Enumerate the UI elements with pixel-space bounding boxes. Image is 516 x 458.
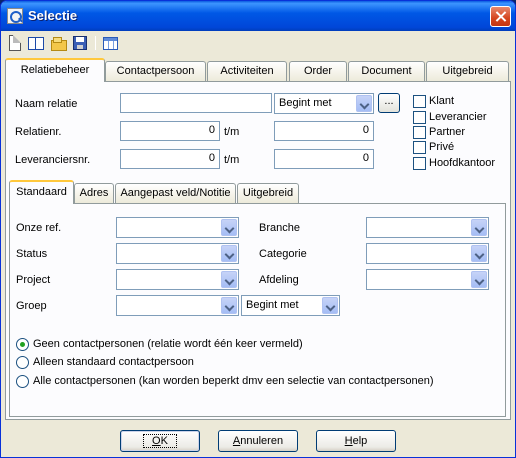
categorie-select[interactable] (366, 243, 489, 264)
afdeling-select[interactable] (366, 269, 489, 290)
chevron-down-icon[interactable] (221, 297, 237, 314)
chevron-down-icon[interactable] (471, 219, 487, 236)
close-button[interactable] (490, 6, 511, 27)
relatienr-label: Relatienr. (15, 126, 62, 138)
toolbar-separator (95, 36, 96, 50)
radio-alleen-standaard-button[interactable] (16, 356, 29, 369)
save-icon[interactable] (73, 36, 87, 50)
branche-label: Branche (259, 222, 300, 234)
categorie-label: Categorie (259, 248, 307, 260)
selectie-dialog: Selectie Relatiebeheer Contactpersoon Ac… (0, 0, 516, 458)
checkbox-leverancier-label[interactable]: Leverancier (429, 111, 486, 123)
naam-relatie-match-value: Begint met (279, 97, 332, 109)
project-label: Project (16, 274, 51, 286)
checkbox-partner-label[interactable]: Partner (429, 126, 465, 138)
table-icon[interactable] (103, 37, 118, 50)
annuleren-button-label: Annuleren (232, 435, 284, 447)
leveranciersnr-tm-label: t/m (224, 154, 240, 166)
relatienr-tm-label: t/m (224, 126, 240, 138)
toolbar (1, 31, 515, 55)
checkbox-hoofdkantoor-label[interactable]: Hoofdkantoor (429, 157, 495, 169)
leveranciersnr-from-input[interactable]: 0 (120, 149, 220, 169)
onze-ref-select[interactable] (116, 217, 239, 238)
checkbox-prive-label[interactable]: Privé (429, 141, 454, 153)
checkbox-partner-box[interactable] (413, 126, 426, 139)
ok-button-label: OK (143, 434, 177, 448)
tab-document[interactable]: Document (348, 61, 425, 82)
relatiebeheer-panel: Naam relatie Begint met ... Relatienr. 0… (5, 81, 511, 420)
chevron-down-icon[interactable] (356, 95, 372, 112)
help-button-label: Help (344, 435, 368, 447)
tab-standaard[interactable]: Standaard (9, 180, 74, 204)
chevron-down-icon[interactable] (221, 271, 237, 288)
radio-alleen-standaard-label[interactable]: Alleen standaard contactpersoon (33, 356, 194, 368)
standaard-panel: Onze ref. Status Project Groep Begint me… (9, 203, 506, 417)
checkbox-leverancier-box[interactable] (413, 111, 426, 124)
tab-contactpersoon[interactable]: Contactpersoon (105, 61, 206, 82)
afdeling-label: Afdeling (259, 274, 299, 286)
tab-inner-uitgebreid[interactable]: Uitgebreid (237, 183, 299, 204)
search-icon (7, 8, 23, 24)
new-document-icon[interactable] (9, 35, 21, 51)
window-title: Selectie (28, 8, 78, 23)
leveranciersnr-to-input[interactable]: 0 (274, 149, 374, 169)
groep-select[interactable] (116, 295, 239, 316)
project-select[interactable] (116, 269, 239, 290)
title-bar[interactable]: Selectie (1, 1, 515, 31)
groep-match-select[interactable]: Begint met (241, 295, 340, 316)
relatienr-to-input[interactable]: 0 (274, 121, 374, 141)
open-folder-icon[interactable] (51, 35, 67, 51)
browse-button[interactable]: ... (378, 93, 400, 113)
checkbox-hoofdkantoor-box[interactable] (413, 157, 426, 170)
chevron-down-icon[interactable] (471, 271, 487, 288)
address-book-icon[interactable] (28, 35, 44, 51)
checkbox-klant-label[interactable]: Klant (429, 95, 454, 107)
groep-label: Groep (16, 300, 47, 312)
checkbox-prive-box[interactable] (413, 141, 426, 154)
radio-geen-contactpersonen-button[interactable] (16, 338, 29, 351)
ok-button[interactable]: OK (120, 430, 200, 452)
tab-adres[interactable]: Adres (74, 183, 114, 204)
radio-alle-contactpersonen-label[interactable]: Alle contactpersonen (kan worden beperkt… (33, 375, 434, 387)
tab-relatiebeheer[interactable]: Relatiebeheer (5, 58, 105, 82)
help-button[interactable]: Help (316, 430, 396, 452)
onze-ref-label: Onze ref. (16, 222, 62, 234)
tab-uitgebreid[interactable]: Uitgebreid (426, 61, 509, 82)
radio-geen-contactpersonen-label[interactable]: Geen contactpersonen (relatie wordt één … (33, 338, 303, 350)
tab-aangepast-veld-notitie[interactable]: Aangepast veld/Notitie (115, 183, 236, 204)
annuleren-button[interactable]: Annuleren (218, 430, 298, 452)
groep-match-value: Begint met (246, 299, 299, 311)
tab-order[interactable]: Order (289, 61, 347, 82)
chevron-down-icon[interactable] (471, 245, 487, 262)
relatienr-from-input[interactable]: 0 (120, 121, 220, 141)
naam-relatie-match-select[interactable]: Begint met (274, 93, 374, 114)
naam-relatie-input[interactable] (120, 93, 272, 113)
checkbox-klant-box[interactable] (413, 95, 426, 108)
chevron-down-icon[interactable] (221, 245, 237, 262)
radio-alle-contactpersonen-button[interactable] (16, 375, 29, 388)
chevron-down-icon[interactable] (322, 297, 338, 314)
status-label: Status (16, 248, 48, 260)
leveranciersnr-label: Leveranciersnr. (15, 154, 91, 166)
naam-relatie-label: Naam relatie (15, 98, 78, 110)
status-select[interactable] (116, 243, 239, 264)
chevron-down-icon[interactable] (221, 219, 237, 236)
tab-activiteiten[interactable]: Activiteiten (207, 61, 287, 82)
branche-select[interactable] (366, 217, 489, 238)
